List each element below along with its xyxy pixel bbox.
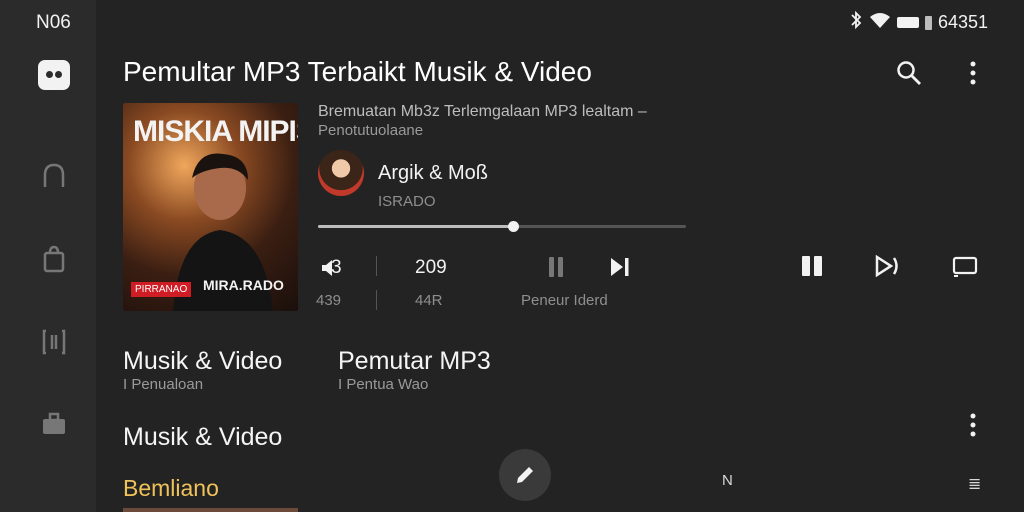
status-icons: 64351	[849, 10, 988, 34]
status-time: N06	[36, 12, 71, 33]
section-sub: I Pentua Wao	[338, 376, 429, 393]
cover-tag: PIRRANAO	[131, 282, 192, 297]
section-more-icon[interactable]	[958, 410, 988, 440]
count-value: 209	[415, 257, 447, 278]
skip-next-icon[interactable]	[604, 251, 636, 283]
section-heading: Musik & Video	[123, 423, 283, 451]
cover-subtitle: MIRA.RADO	[203, 277, 284, 293]
section-title-mp3-player[interactable]: Pemutar MP3	[338, 347, 491, 376]
briefcase-icon[interactable]	[38, 408, 70, 440]
volume-sub: 439	[316, 292, 342, 309]
artist-avatar[interactable]	[318, 150, 364, 196]
section-title-music-video[interactable]: Musik & Video	[123, 347, 282, 376]
divider	[376, 256, 377, 276]
artist-name[interactable]: Argik & Moß	[378, 162, 488, 185]
app-title: Pemultar MP3 Terbaikt Musik & Video	[123, 56, 592, 87]
featured-thumbnail[interactable]	[123, 508, 298, 512]
headphones-icon[interactable]	[38, 160, 70, 192]
status-right-text: 64351	[937, 12, 988, 32]
wifi-icon	[869, 12, 891, 33]
bluetooth-icon	[849, 10, 863, 34]
player-sub: Peneur Iderd	[521, 292, 608, 309]
bottom-menu-icon[interactable]: ≣	[968, 474, 981, 494]
battery-icon	[896, 17, 919, 28]
album-cover[interactable]: MISKIA MIPIS PIRRANAO MIRA.RADO	[123, 103, 298, 311]
count-sub: 44R	[415, 292, 443, 309]
edit-button[interactable]	[499, 449, 551, 501]
bag-icon[interactable]	[38, 243, 70, 275]
library-icon[interactable]	[38, 326, 70, 358]
progress-thumb[interactable]	[508, 221, 520, 232]
cast-icon[interactable]	[949, 250, 981, 282]
progress-bar[interactable]	[318, 221, 686, 232]
more-options-icon[interactable]	[958, 58, 988, 88]
battery-level-icon	[924, 15, 932, 30]
progress-fill	[318, 225, 514, 228]
track-subtitle: Penotutuolaane	[318, 122, 424, 139]
search-icon[interactable]	[894, 58, 924, 88]
pause-icon[interactable]	[796, 250, 828, 282]
bottom-label[interactable]: N	[722, 472, 733, 489]
next-track-icon[interactable]	[872, 250, 904, 282]
cover-title: MISKIA MIPIS	[133, 115, 298, 148]
app-logo-icon[interactable]	[38, 60, 70, 90]
artist-subtitle: ISRADO	[378, 193, 436, 210]
volume-value: 3	[331, 257, 342, 278]
track-title: Bremuatan Mb3z Terlemgalaan MP3 lealtam …	[318, 103, 647, 120]
section-sub: I Penualoan	[123, 376, 204, 393]
pause-small-icon[interactable]	[540, 251, 572, 283]
featured-title[interactable]: Bemliano	[123, 475, 219, 502]
divider	[376, 290, 377, 310]
pencil-icon	[517, 467, 533, 483]
